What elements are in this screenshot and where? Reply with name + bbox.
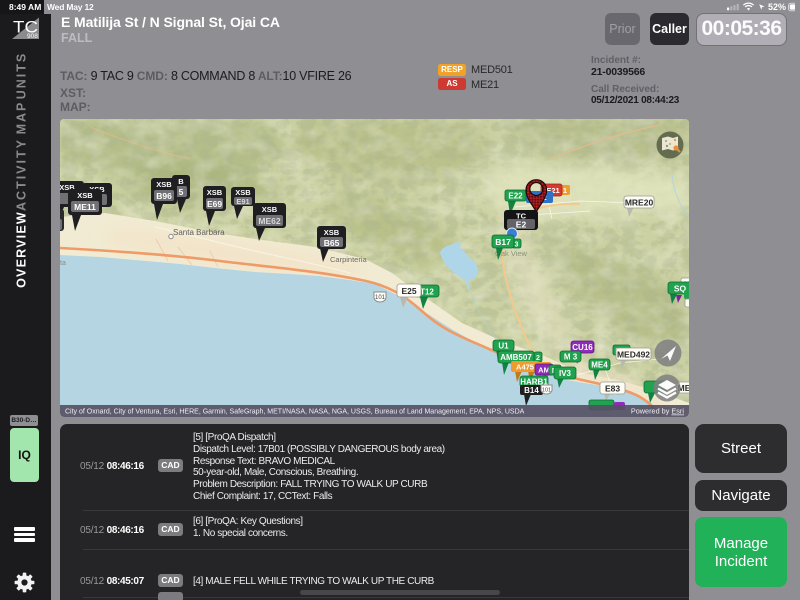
- svg-text:XSB: XSB: [207, 188, 223, 197]
- svg-text:MRE20: MRE20: [625, 198, 654, 208]
- svg-text:1: 1: [563, 186, 567, 195]
- svg-text:B96: B96: [156, 191, 172, 201]
- svg-text:XSB: XSB: [262, 205, 278, 214]
- svg-text:AMB507: AMB507: [500, 353, 532, 362]
- svg-text:E69: E69: [207, 199, 222, 209]
- svg-text:E22: E22: [508, 192, 523, 201]
- svg-text:U1: U1: [498, 342, 509, 351]
- svg-text:Carpinteria: Carpinteria: [330, 255, 368, 264]
- svg-text:B: B: [178, 177, 184, 186]
- svg-text:MED492: MED492: [617, 350, 650, 360]
- svg-text:XSB: XSB: [324, 228, 340, 237]
- svg-text:52%: 52%: [768, 2, 786, 12]
- svg-text:ME62: ME62: [258, 216, 280, 226]
- svg-text:E2: E2: [516, 220, 527, 230]
- svg-text:Powered by Esri: Powered by Esri: [631, 407, 685, 416]
- svg-text:ME11: ME11: [74, 202, 96, 212]
- svg-text:3: 3: [515, 242, 519, 249]
- svg-text:IV3: IV3: [559, 369, 572, 378]
- svg-text:B17: B17: [495, 237, 511, 247]
- svg-text:XSB: XSB: [235, 188, 251, 197]
- svg-text:E83: E83: [605, 384, 620, 394]
- svg-text:ta: ta: [60, 260, 66, 267]
- svg-text:XSB: XSB: [77, 191, 93, 200]
- svg-text:ME4: ME4: [591, 361, 608, 370]
- svg-text:T12: T12: [420, 288, 434, 297]
- svg-text:AM: AM: [538, 366, 550, 375]
- svg-text:101: 101: [375, 295, 386, 301]
- svg-text:B65: B65: [324, 238, 340, 248]
- svg-text:City of Oxnard, City of Ventur: City of Oxnard, City of Ventura, Esri, H…: [65, 409, 525, 416]
- svg-text:Santa Barbara: Santa Barbara: [173, 228, 225, 237]
- svg-text:A475: A475: [516, 363, 534, 372]
- svg-text:5: 5: [179, 187, 184, 197]
- svg-text:E25: E25: [401, 286, 416, 296]
- svg-text:M 3: M 3: [564, 353, 578, 362]
- svg-text:101: 101: [542, 388, 551, 394]
- svg-text:2: 2: [536, 355, 540, 362]
- svg-text:XSB: XSB: [156, 180, 172, 189]
- svg-text:E91: E91: [236, 197, 249, 206]
- svg-text:B14: B14: [524, 386, 539, 395]
